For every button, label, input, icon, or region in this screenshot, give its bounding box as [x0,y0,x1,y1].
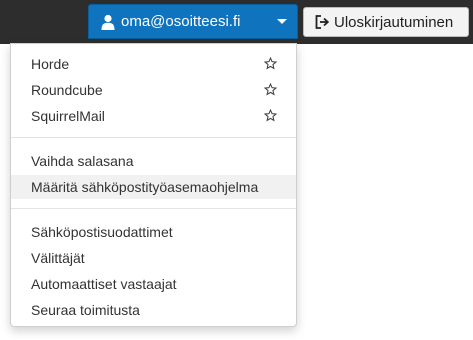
menu-item-roundcube[interactable]: Roundcube [11,78,296,102]
menu-item-label: Horde [31,56,70,72]
menu-item-configure-mail-client[interactable]: Määritä sähköpostityöasemaohjelma [11,175,296,199]
menu-divider [11,137,296,138]
menu-item-label: Välittäjät [31,250,85,266]
menu-item-track-delivery[interactable]: Seuraa toimitusta [11,298,296,322]
user-email-label: oma@osoitteesi.fi [121,13,241,30]
user-menu-button[interactable]: oma@osoitteesi.fi [88,4,298,39]
logout-label: Uloskirjautuminen [334,13,454,31]
menu-item-forwarders[interactable]: Välittäjät [11,246,296,270]
star-outline-icon[interactable] [264,109,277,122]
menu-item-change-password[interactable]: Vaihda salasana [11,149,296,173]
star-outline-icon[interactable] [264,57,277,70]
menu-item-label: Seuraa toimitusta [31,302,140,318]
sign-out-icon [315,15,330,29]
menu-item-label: Sähköpostisuodattimet [31,224,173,240]
menu-item-autoresponders[interactable]: Automaattiset vastaajat [11,272,296,296]
menu-divider [11,208,296,209]
menu-item-label: Roundcube [31,82,103,98]
menu-item-label: SquirrelMail [31,108,105,124]
logout-button[interactable]: Uloskirjautuminen [303,7,469,37]
menu-item-label: Automaattiset vastaajat [31,276,177,292]
menu-item-label: Määritä sähköpostityöasemaohjelma [31,179,259,195]
star-outline-icon[interactable] [264,83,277,96]
user-icon [101,14,115,30]
user-dropdown-menu: Horde Roundcube SquirrelMail Vaihda sala… [10,43,297,327]
menu-item-mail-filters[interactable]: Sähköpostisuodattimet [11,220,296,244]
menu-item-squirrelmail[interactable]: SquirrelMail [11,104,296,128]
top-navbar: oma@osoitteesi.fi Uloskirjautuminen [0,0,473,44]
menu-item-label: Vaihda salasana [31,153,134,169]
menu-item-horde[interactable]: Horde [11,52,296,76]
chevron-down-icon [277,19,287,24]
